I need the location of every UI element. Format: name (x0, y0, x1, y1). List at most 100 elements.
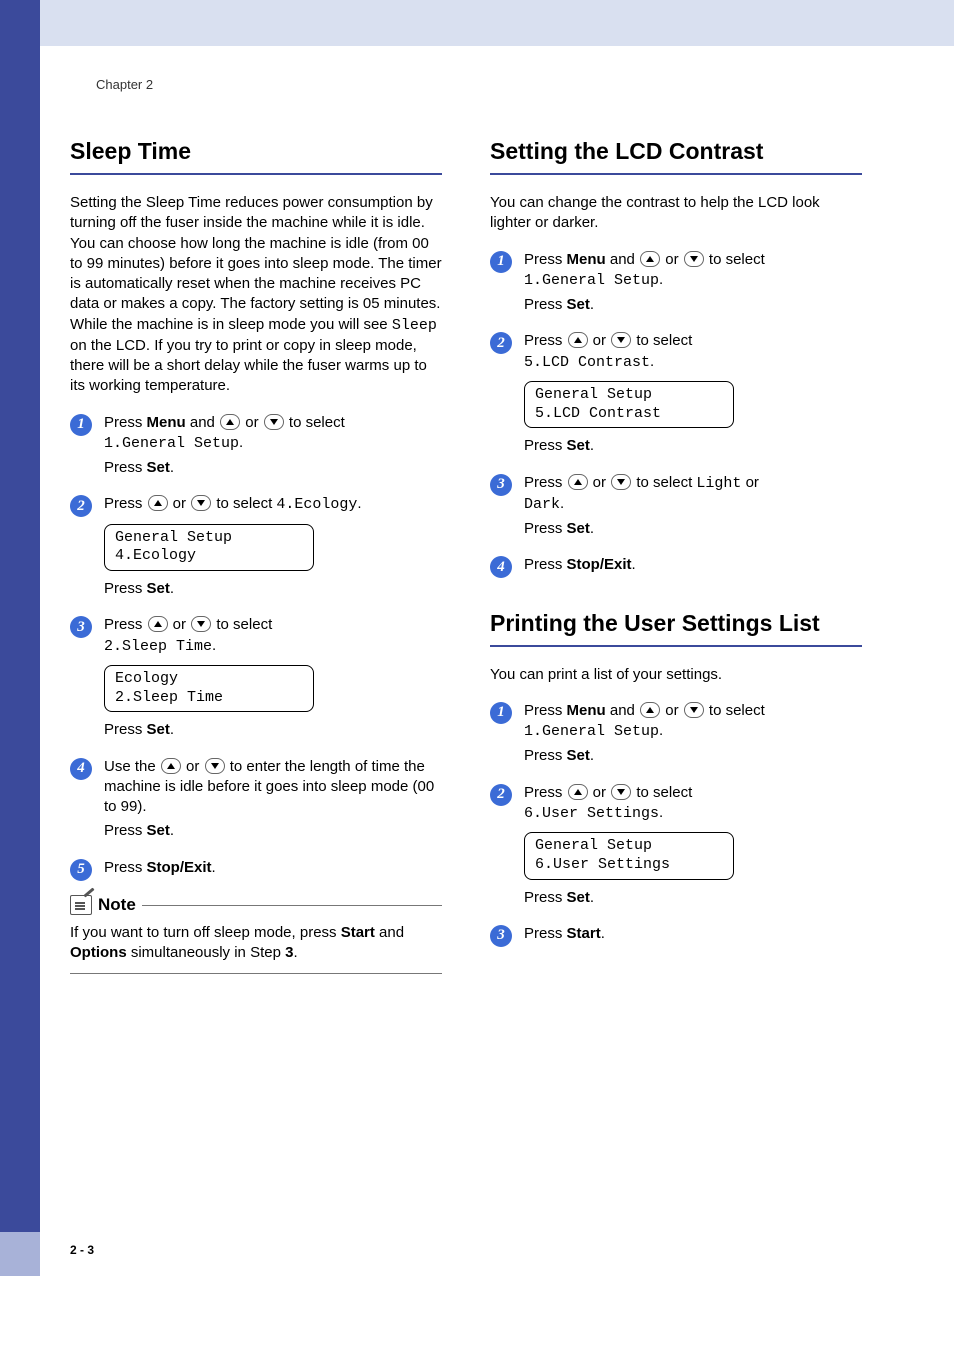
lcd-line: 6.User Settings (535, 856, 670, 873)
menu-key: Menu (567, 702, 606, 719)
options-key: Options (70, 944, 127, 961)
step-number-1: 1 (490, 251, 512, 273)
option-light: Light (696, 475, 741, 492)
page-number: 2 - 3 (70, 1242, 94, 1258)
stop-exit-key: Stop/Exit (567, 556, 632, 573)
step-number-3: 3 (490, 474, 512, 496)
text: . (632, 556, 636, 573)
up-arrow-icon (568, 474, 588, 490)
up-arrow-icon (161, 758, 181, 774)
press-set: Press Set. (524, 888, 862, 908)
text: or (661, 702, 683, 719)
up-arrow-icon (640, 702, 660, 718)
text: Use the (104, 758, 160, 775)
up-arrow-icon (568, 332, 588, 348)
text: . (601, 925, 605, 942)
text: to select (632, 784, 692, 801)
step-2: 2 Press or to select 4.Ecology. General … (70, 494, 442, 603)
contrast-step-3: 3 Press or to select Light or Dark. Pres… (490, 473, 862, 544)
press-set: Press Set. (524, 295, 862, 315)
text: or (589, 332, 611, 349)
instruction: Press Menu and or to select 1.General Se… (524, 701, 862, 743)
text: Press (524, 889, 567, 906)
down-arrow-icon (264, 414, 284, 430)
step-body: Press Stop/Exit. (524, 555, 862, 579)
usersettings-step-3: 3 Press Start. (490, 924, 862, 948)
step-body: Press or to select 2.Sleep Time. Ecology… (104, 615, 442, 744)
text: to select (705, 251, 765, 268)
lcd-line: 2.Sleep Time (115, 689, 223, 706)
press-set: Press Set. (104, 821, 442, 841)
down-arrow-icon (611, 474, 631, 490)
text: to select (212, 495, 276, 512)
instruction: Press or to select 2.Sleep Time. (104, 615, 442, 657)
text: or (589, 784, 611, 801)
step-number-3: 3 (490, 925, 512, 947)
menu-path: 5.LCD Contrast (524, 354, 650, 371)
text: . (212, 859, 216, 876)
text: Press (104, 495, 147, 512)
instruction: Press or to select 4.Ecology. (104, 494, 442, 515)
left-band-footer (0, 1232, 40, 1276)
contrast-step-4: 4 Press Stop/Exit. (490, 555, 862, 579)
text: to select (212, 616, 272, 633)
text: or (241, 414, 263, 431)
text: . (590, 296, 594, 313)
text: or (589, 474, 611, 491)
text: Press (524, 437, 567, 454)
text: . (170, 459, 174, 476)
contrast-step-2: 2 Press or to select 5.LCD Contrast. Gen… (490, 331, 862, 460)
note-label: Note (98, 894, 136, 917)
menu-key: Menu (567, 251, 606, 268)
up-arrow-icon (148, 495, 168, 511)
instruction: Press Menu and or to select 1.General Se… (524, 250, 862, 292)
text: . (170, 721, 174, 738)
step-1: 1 Press Menu and or to select 1.General … (70, 413, 442, 483)
note-header: Note (70, 894, 442, 917)
text: on the LCD. If you try to print or copy … (70, 337, 427, 395)
text: . (659, 722, 663, 739)
lcd-line: General Setup (535, 386, 652, 403)
text: Setting the Sleep Time reduces power con… (70, 194, 442, 333)
text: Press (104, 580, 147, 597)
text: . (659, 271, 663, 288)
instruction: Press or to select Light or Dark. (524, 473, 862, 516)
text-mono: Sleep (392, 317, 437, 334)
text: . (239, 434, 243, 451)
text: Press (104, 859, 147, 876)
menu-path: 6.User Settings (524, 805, 659, 822)
text: . (659, 804, 663, 821)
usersettings-step-1: 1 Press Menu and or to select 1.General … (490, 701, 862, 771)
menu-path: 1.General Setup (104, 435, 239, 452)
text: or (169, 495, 191, 512)
instruction: Press or to select 5.LCD Contrast. (524, 331, 862, 373)
text: or (182, 758, 204, 775)
set-key: Set (147, 721, 170, 738)
user-settings-intro: You can print a list of your settings. (490, 665, 862, 685)
text: . (590, 437, 594, 454)
text: Press (524, 702, 567, 719)
set-key: Set (147, 459, 170, 476)
step-body: Press or to select Light or Dark. Press … (524, 473, 862, 544)
press-set: Press Set. (524, 519, 862, 539)
start-key: Start (341, 924, 375, 941)
menu-path: 4.Ecology (276, 496, 357, 513)
text: and (606, 251, 639, 268)
step-body: Use the or to enter the length of time t… (104, 757, 442, 846)
step-3: 3 Press or to select 2.Sleep Time. Ecolo… (70, 615, 442, 744)
instruction: Use the or to enter the length of time t… (104, 757, 442, 818)
content-area: Sleep Time Setting the Sleep Time reduce… (70, 136, 890, 984)
step-body: Press or to select 5.LCD Contrast. Gener… (524, 331, 862, 460)
menu-path: 1.General Setup (524, 272, 659, 289)
text: Press (524, 925, 567, 942)
start-key: Start (567, 925, 601, 942)
set-key: Set (147, 822, 170, 839)
usersettings-step-2: 2 Press or to select 6.User Settings. Ge… (490, 783, 862, 912)
step-5: 5 Press Stop/Exit. (70, 858, 442, 882)
instruction: Press Start. (524, 924, 862, 944)
text: . (170, 822, 174, 839)
step-4: 4 Use the or to enter the length of time… (70, 757, 442, 846)
step-number-2: 2 (490, 784, 512, 806)
text: Press (524, 332, 567, 349)
up-arrow-icon (148, 616, 168, 632)
